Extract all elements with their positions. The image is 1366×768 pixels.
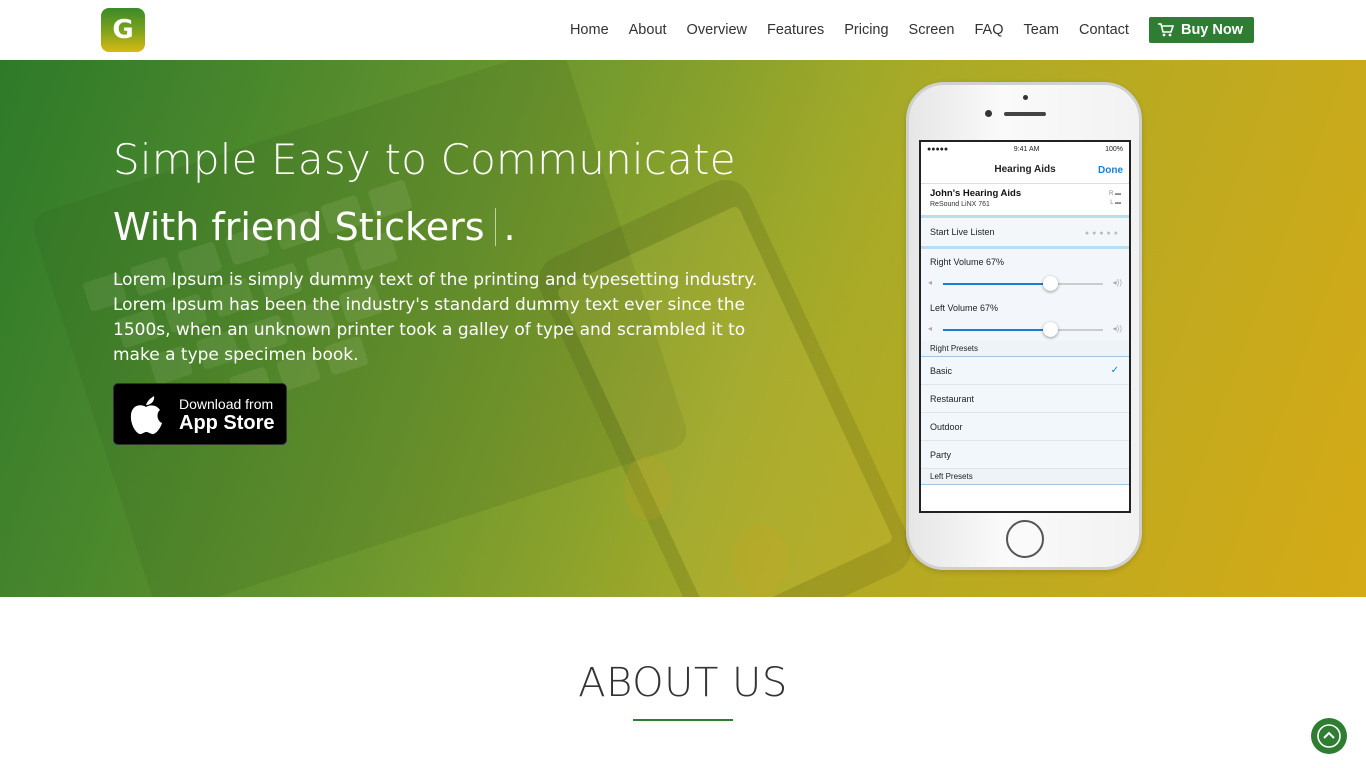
nav-faq[interactable]: FAQ (975, 17, 1004, 43)
checkmark-icon: ✓ (1110, 365, 1119, 376)
nav-links: Home About Overview Features Pricing Scr… (550, 17, 1254, 43)
buy-now-label: Buy Now (1180, 22, 1243, 38)
apple-icon (130, 396, 162, 435)
left-presets-header: Left Presets (921, 469, 1129, 485)
live-listen-dots-icon: ●●●●● (1084, 230, 1121, 237)
nav-overview[interactable]: Overview (687, 17, 747, 43)
hero-section: Simple Easy to Communicate With friend S… (0, 60, 1366, 597)
left-volume-slider (943, 322, 1103, 337)
right-presets-header: Right Presets (921, 341, 1129, 357)
right-volume-row: Right Volume 67% ◂ ◂)) (921, 249, 1129, 295)
device-row: John's Hearing Aids ReSound LiNX 761 R ▬… (921, 184, 1129, 218)
battery-r-label: R (1108, 191, 1114, 197)
nav-features[interactable]: Features (767, 17, 824, 43)
left-volume-row: Left Volume 67% ◂ ◂)) (921, 295, 1129, 341)
about-underline (633, 719, 733, 721)
battery-l-label: L (1110, 200, 1114, 206)
speaker-low-icon: ◂ (928, 324, 933, 333)
live-listen-label: Start Live Listen (930, 227, 995, 237)
nav-pricing[interactable]: Pricing (844, 17, 888, 43)
status-time: 9:41 AM (1013, 145, 1040, 153)
hero-subtitle-text: With friend Stickers (113, 205, 485, 249)
done-button[interactable]: Done (1098, 165, 1123, 176)
preset-label: Outdoor (930, 421, 963, 432)
hero-subtitle-tail: . (503, 205, 516, 249)
battery-indicators: R ▬ L ▬ (1108, 191, 1121, 206)
app-store-small-label: Download from (179, 396, 274, 412)
phone-mockup: ●●●●● 9:41 AM 100% Hearing Aids Done Joh… (906, 82, 1142, 570)
phone-screen: ●●●●● 9:41 AM 100% Hearing Aids Done Joh… (919, 140, 1131, 513)
app-store-big-label: App Store (179, 412, 275, 434)
signal-icon: ●●●●● (927, 145, 949, 153)
preset-outdoor: Outdoor (921, 413, 1129, 441)
right-volume-fill (943, 283, 1051, 285)
scroll-to-top-button[interactable] (1311, 718, 1347, 754)
live-listen-row: Start Live Listen ●●●●● (921, 218, 1129, 249)
chevron-up-icon (1317, 724, 1341, 748)
phone-sensor (1023, 95, 1028, 100)
preset-label: Basic (930, 365, 953, 376)
preset-basic: Basic ✓ (921, 357, 1129, 385)
preset-label: Party (930, 449, 952, 460)
phone-speaker (1004, 112, 1046, 116)
typing-cursor (494, 208, 496, 246)
brand-logo[interactable]: G (101, 8, 145, 52)
hero-subtitle: With friend Stickers. (113, 205, 516, 249)
about-us-heading: ABOUT US (578, 660, 788, 706)
app-store-button[interactable]: Download from App Store (113, 383, 287, 445)
speaker-high-icon: ◂)) (1112, 278, 1122, 287)
nav-team[interactable]: Team (1024, 17, 1059, 43)
right-volume-label: Right Volume 67% (930, 257, 1005, 267)
nav-contact[interactable]: Contact (1079, 17, 1129, 43)
nav-home[interactable]: Home (570, 17, 609, 43)
navbar: G Home About Overview Features Pricing S… (0, 0, 1366, 60)
right-volume-slider (943, 276, 1103, 291)
nav-about[interactable]: About (629, 17, 667, 43)
phone-status-bar: ●●●●● 9:41 AM 100% (921, 142, 1129, 156)
preset-restaurant: Restaurant (921, 385, 1129, 413)
right-volume-knob (1043, 276, 1059, 291)
status-battery: 100% (1105, 145, 1123, 153)
preset-party: Party (921, 441, 1129, 469)
hero-title: Simple Easy to Communicate (113, 135, 736, 184)
left-volume-label: Left Volume 67% (930, 303, 999, 313)
screen-title-row: Hearing Aids Done (921, 156, 1129, 184)
left-volume-fill (943, 329, 1051, 331)
device-model: ReSound LiNX 761 (930, 201, 990, 208)
nav-screen[interactable]: Screen (909, 17, 955, 43)
screen-title: Hearing Aids (994, 164, 1056, 175)
preset-label: Restaurant (930, 393, 975, 404)
hero-description: Lorem Ipsum is simply dummy text of the … (113, 270, 758, 365)
left-volume-knob (1043, 322, 1059, 337)
phone-camera (985, 110, 992, 117)
cart-icon (1157, 23, 1174, 37)
speaker-high-icon: ◂)) (1112, 324, 1122, 333)
buy-now-button[interactable]: Buy Now (1148, 17, 1254, 43)
phone-home-button (1006, 520, 1044, 558)
device-name: John's Hearing Aids (930, 188, 1022, 199)
speaker-low-icon: ◂ (928, 278, 933, 287)
